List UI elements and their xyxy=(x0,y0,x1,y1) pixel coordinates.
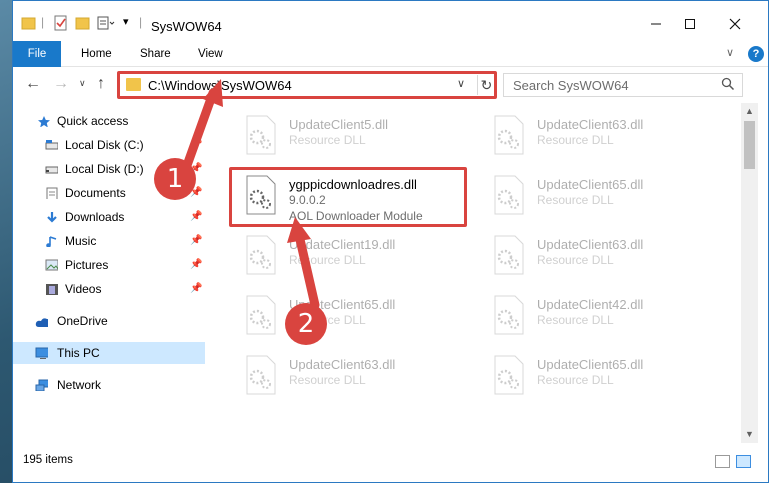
file-highlight-box xyxy=(229,167,467,227)
expand-ribbon-icon[interactable]: ∨ xyxy=(726,46,734,59)
properties-icon[interactable] xyxy=(53,15,69,31)
drive-icon xyxy=(45,166,58,174)
item-count: 195 items xyxy=(23,454,73,466)
callout-badge-2: 2 xyxy=(285,303,327,345)
sidebar-item-music[interactable]: Music 📌 xyxy=(13,230,205,252)
dll-file-icon xyxy=(494,175,524,215)
maximize-button[interactable] xyxy=(668,9,712,39)
dll-file-icon xyxy=(494,355,524,395)
file-name: UpdateClient42.dll xyxy=(537,297,644,312)
file-description: Resource DLL xyxy=(537,193,614,207)
dll-file-icon xyxy=(246,235,276,275)
back-icon[interactable]: ← xyxy=(25,75,41,93)
file-name: UpdateClient63.dll xyxy=(537,117,644,132)
help-icon[interactable]: ? xyxy=(748,46,764,62)
file-item[interactable]: UpdateClient65.dll Resource DLL xyxy=(243,291,473,347)
network-icon xyxy=(35,379,48,391)
title-bar: | ▾ | SysWOW64 xyxy=(13,1,768,41)
drive-icon xyxy=(45,140,58,150)
pictures-icon xyxy=(45,259,58,271)
sidebar-item-onedrive[interactable]: OneDrive xyxy=(13,310,205,332)
downloads-icon xyxy=(47,212,57,223)
tab-file[interactable]: File xyxy=(13,41,61,67)
file-item[interactable]: UpdateClient19.dll Resource DLL xyxy=(243,231,473,287)
dll-file-icon xyxy=(494,115,524,155)
callout-badge-1: 1 xyxy=(154,158,196,200)
file-name: UpdateClient65.dll xyxy=(537,177,644,192)
tab-home[interactable]: Home xyxy=(81,41,112,67)
file-description: Resource DLL xyxy=(537,373,614,387)
quick-access-dropdown-icon[interactable]: ▾ xyxy=(123,15,129,31)
file-description: Resource DLL xyxy=(537,133,614,147)
file-name: UpdateClient5.dll xyxy=(289,117,389,132)
customize-toolbar-icon[interactable] xyxy=(97,15,115,31)
up-icon[interactable]: ↑ xyxy=(97,75,105,93)
scroll-thumb[interactable] xyxy=(744,121,755,169)
forward-icon[interactable]: → xyxy=(53,75,69,93)
file-item[interactable]: UpdateClient63.dll Resource DLL xyxy=(491,231,721,287)
status-bar: 195 items xyxy=(13,445,768,482)
ribbon: File Home Share View ∨ ? xyxy=(13,41,768,67)
sidebar-item-downloads[interactable]: Downloads 📌 xyxy=(13,206,205,228)
cloud-icon xyxy=(35,318,48,327)
close-button[interactable] xyxy=(713,9,757,39)
explorer-window: | ▾ | SysWOW64 File Home Share View ∨ ? … xyxy=(12,0,769,483)
file-description: Resource DLL xyxy=(537,313,614,327)
dll-file-icon xyxy=(494,235,524,275)
file-description: Resource DLL xyxy=(289,133,366,147)
navigation-bar: ← → ∨ ↑ C:\Windows\SysWOW64 ∨ ↻ Search S… xyxy=(13,67,768,103)
callout-arrow-2 xyxy=(287,217,320,310)
close-icon xyxy=(729,18,741,30)
file-item[interactable]: UpdateClient63.dll Resource DLL xyxy=(491,111,721,167)
scroll-down-icon[interactable]: ▼ xyxy=(741,426,758,443)
search-icon xyxy=(721,77,735,91)
star-icon xyxy=(38,116,50,127)
file-item[interactable]: UpdateClient63.dll Resource DLL xyxy=(243,351,473,407)
dll-file-icon xyxy=(494,295,524,335)
music-icon xyxy=(46,236,57,247)
scroll-up-icon[interactable]: ▲ xyxy=(741,103,758,120)
file-item[interactable]: UpdateClient42.dll Resource DLL xyxy=(491,291,721,347)
tiles-view-icon[interactable] xyxy=(736,455,751,468)
file-item[interactable]: UpdateClient65.dll Resource DLL xyxy=(491,171,721,227)
pin-icon[interactable]: 📌 xyxy=(190,206,202,228)
separator: | xyxy=(41,15,45,29)
details-view-icon[interactable] xyxy=(715,455,730,468)
window-title: SysWOW64 xyxy=(151,19,222,34)
dll-file-icon xyxy=(246,355,276,395)
maximize-icon xyxy=(685,19,695,29)
search-placeholder: Search SysWOW64 xyxy=(513,78,629,93)
computer-icon xyxy=(35,347,48,359)
pin-icon[interactable]: 📌 xyxy=(190,254,202,276)
folder-icon xyxy=(21,17,36,30)
file-description: Resource DLL xyxy=(289,373,366,387)
minimize-icon xyxy=(651,23,661,25)
videos-icon xyxy=(46,284,58,295)
dll-file-icon xyxy=(246,295,276,335)
pin-icon[interactable]: 📌 xyxy=(190,278,202,300)
file-name: UpdateClient65.dll xyxy=(537,357,644,372)
dll-file-icon xyxy=(246,115,276,155)
separator: | xyxy=(139,15,143,29)
sidebar-item-this-pc[interactable]: This PC xyxy=(13,342,205,364)
file-description: Resource DLL xyxy=(537,253,614,267)
pin-icon[interactable]: 📌 xyxy=(190,230,202,252)
new-folder-icon[interactable] xyxy=(75,15,91,31)
vertical-scrollbar[interactable]: ▲ ▼ xyxy=(741,103,758,443)
file-item[interactable]: UpdateClient5.dll Resource DLL xyxy=(243,111,473,167)
file-item[interactable]: UpdateClient65.dll Resource DLL xyxy=(491,351,721,407)
search-input[interactable]: Search SysWOW64 xyxy=(503,73,743,97)
sidebar-item-network[interactable]: Network xyxy=(13,374,205,396)
documents-icon xyxy=(46,187,58,199)
tab-share[interactable]: Share xyxy=(140,41,171,67)
sidebar-item-videos[interactable]: Videos 📌 xyxy=(13,278,205,300)
recent-locations-icon[interactable]: ∨ xyxy=(79,78,86,89)
tab-view[interactable]: View xyxy=(198,41,223,67)
sidebar-item-pictures[interactable]: Pictures 📌 xyxy=(13,254,205,276)
file-name: UpdateClient63.dll xyxy=(289,357,396,372)
file-name: UpdateClient63.dll xyxy=(537,237,644,252)
